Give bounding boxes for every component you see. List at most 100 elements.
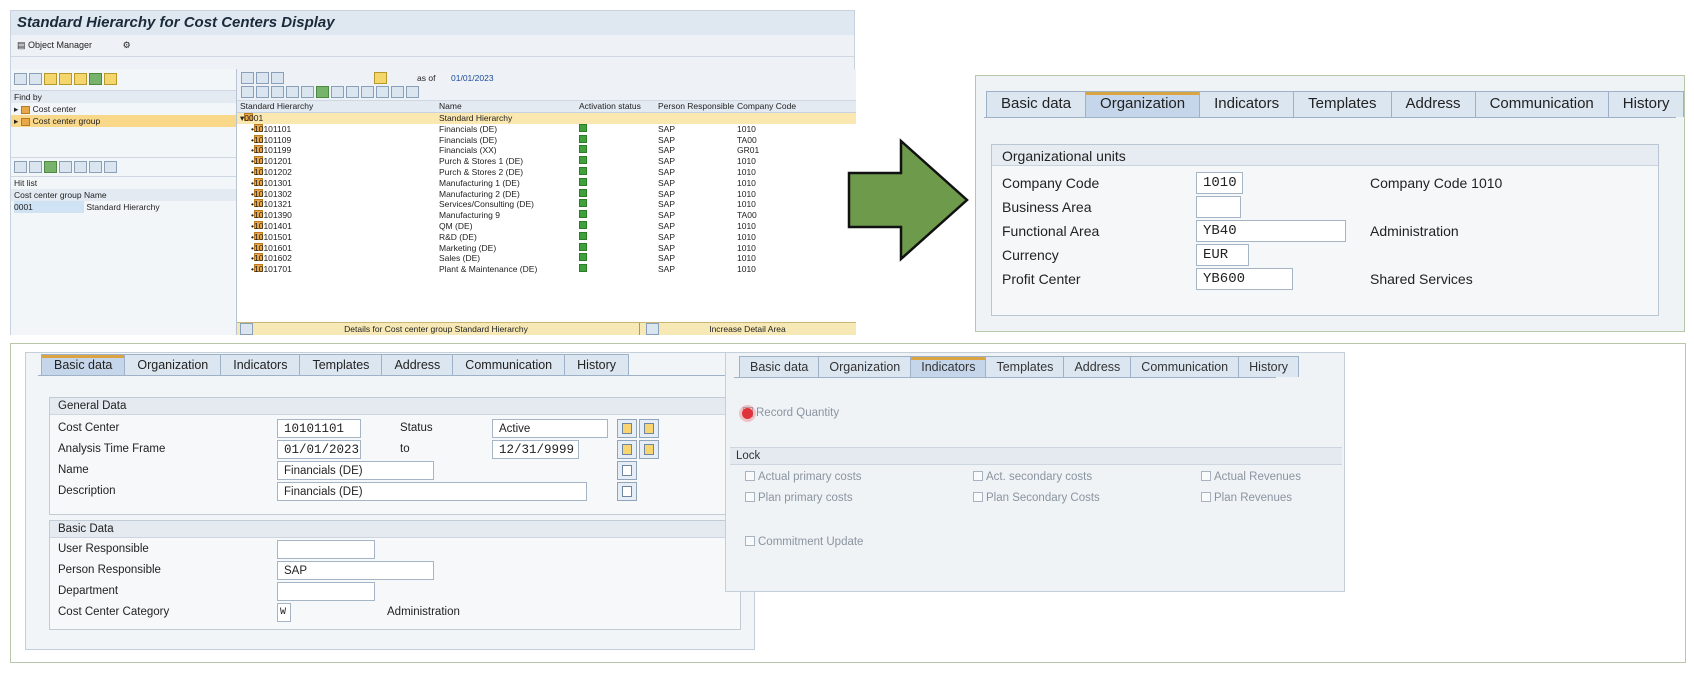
- tab-address[interactable]: Address: [1390, 91, 1476, 117]
- tab-communication[interactable]: Communication: [1474, 91, 1609, 117]
- details-icon[interactable]: [14, 161, 27, 173]
- time-frame-hierarchy-icon[interactable]: [617, 440, 637, 459]
- tab-basic-data[interactable]: Basic data: [41, 354, 126, 375]
- lock-plan-primary-costs[interactable]: Plan primary costs: [745, 492, 853, 504]
- as-of-date[interactable]: 01/01/2023: [451, 73, 494, 83]
- currency-field[interactable]: EUR: [1196, 244, 1249, 266]
- name-field[interactable]: Financials (DE): [277, 461, 434, 480]
- tree-row[interactable]: • 10101201 Purch & Stores 1 (DE) SAP 1010: [237, 156, 856, 167]
- tree-row[interactable]: • 10101321 Services/Consulting (DE) SAP 101…: [237, 199, 856, 210]
- find-by-cost-center-group[interactable]: ▸ Cost center group: [11, 115, 236, 127]
- tab-templates[interactable]: Templates: [985, 356, 1065, 377]
- tab-basic-data[interactable]: Basic data: [986, 91, 1087, 117]
- time-frame-from-field[interactable]: 01/01/2023: [277, 440, 361, 459]
- expand-icon[interactable]: [346, 86, 359, 98]
- tree-row[interactable]: • 10101101 Financials (DE) SAP 1010: [237, 123, 856, 135]
- lock-act-secondary-costs[interactable]: Act. secondary costs: [973, 471, 1092, 483]
- increase-detail-area-button[interactable]: Increase Detail Area: [639, 323, 856, 335]
- long-text-icon[interactable]: [617, 461, 637, 480]
- lock-actual-primary-costs[interactable]: Actual primary costs: [745, 471, 862, 483]
- tab-history[interactable]: History: [564, 354, 630, 375]
- tab-templates[interactable]: Templates: [299, 354, 383, 375]
- tab-organization[interactable]: Organization: [1085, 91, 1201, 117]
- tab-organization[interactable]: Organization: [124, 354, 222, 375]
- tree-row[interactable]: • 10101302 Manufacturing 2 (DE) SAP 1010: [237, 188, 856, 200]
- time-frame-copy-icon[interactable]: [639, 440, 659, 459]
- cost-center-field[interactable]: 10101101: [277, 419, 361, 438]
- status-field[interactable]: Active: [492, 419, 608, 438]
- tab-basic-data[interactable]: Basic data: [739, 356, 820, 377]
- tab-indicators[interactable]: Indicators: [220, 354, 301, 375]
- tab-indicators[interactable]: Indicators: [1199, 91, 1295, 117]
- filter-list-icon[interactable]: [59, 161, 72, 173]
- tree-row[interactable]: • 10101501 R&D (DE) SAP 1010: [237, 231, 856, 243]
- tree-forward-icon[interactable]: [256, 72, 269, 84]
- create-icon[interactable]: [241, 86, 254, 98]
- tab-organization[interactable]: Organization: [818, 356, 912, 377]
- tab-history[interactable]: History: [1607, 91, 1685, 117]
- col-activation-status[interactable]: Activation status: [579, 101, 641, 111]
- collapse-icon[interactable]: [361, 86, 374, 98]
- change-history-icon[interactable]: [617, 419, 637, 438]
- tree-row[interactable]: • 10101199 Financials (XX) SAP GR01: [237, 145, 856, 156]
- tree-overview-icon[interactable]: [271, 72, 284, 84]
- print-tree-icon[interactable]: [376, 86, 389, 98]
- copy-icon[interactable]: [256, 86, 269, 98]
- sort-ascending-icon[interactable]: [44, 161, 57, 173]
- tree-row[interactable]: • 10101601 Marketing (DE) SAP 1010: [237, 242, 856, 254]
- tab-history[interactable]: History: [1238, 356, 1300, 377]
- tab-address[interactable]: Address: [381, 354, 454, 375]
- move-up-icon[interactable]: [286, 86, 299, 98]
- tree-row[interactable]: • 10101109 Financials (DE) SAP TA00: [237, 134, 856, 146]
- business-area-field[interactable]: [1196, 196, 1241, 218]
- star-icon[interactable]: [59, 73, 72, 85]
- tree-back-icon[interactable]: [241, 72, 254, 84]
- hit-list-row[interactable]: 0001 Standard Hierarchy: [11, 201, 236, 213]
- functional-area-field[interactable]: YB40: [1196, 220, 1346, 242]
- lock-actual-revenues[interactable]: Actual Revenues: [1201, 471, 1301, 483]
- upload-icon[interactable]: [104, 73, 117, 85]
- lock-plan-secondary-costs[interactable]: Plan Secondary Costs: [973, 492, 1100, 504]
- department-field[interactable]: [277, 582, 375, 601]
- tab-communication[interactable]: Communication: [452, 354, 566, 375]
- commitment-update-checkbox[interactable]: Commitment Update: [745, 536, 863, 548]
- export-icon[interactable]: [104, 161, 117, 173]
- display-changes-icon[interactable]: [639, 419, 659, 438]
- find-by-cost-center[interactable]: ▸ Cost center: [11, 103, 236, 115]
- tree-row[interactable]: • 10101301 Manufacturing 1 (DE) SAP 1010: [237, 177, 856, 189]
- tree-top-node[interactable]: ▾ 0001 Standard Hierarchy: [237, 113, 856, 124]
- col-standard-hierarchy[interactable]: Standard Hierarchy: [240, 101, 313, 111]
- category-field[interactable]: W: [277, 603, 291, 622]
- hierarchy-icon[interactable]: [316, 86, 329, 98]
- time-frame-to-field[interactable]: 12/31/9999: [492, 440, 579, 459]
- print-icon[interactable]: [89, 161, 102, 173]
- tree-row[interactable]: • 10101602 Sales (DE) SAP 1010: [237, 253, 856, 264]
- filter-icon[interactable]: [89, 73, 102, 85]
- tab-address[interactable]: Address: [1063, 356, 1132, 377]
- change-icon[interactable]: [271, 86, 284, 98]
- edit-description-icon[interactable]: [617, 482, 637, 501]
- object-manager-button[interactable]: ▤ Object Manager: [17, 40, 106, 50]
- person-responsible-field[interactable]: SAP: [277, 561, 434, 580]
- col-name[interactable]: Name: [439, 101, 462, 111]
- lock-plan-revenues[interactable]: Plan Revenues: [1201, 492, 1292, 504]
- layout-icon[interactable]: [391, 86, 404, 98]
- sum-icon[interactable]: [74, 161, 87, 173]
- tree-row[interactable]: • 10101401 QM (DE) SAP 1010: [237, 220, 856, 232]
- record-quantity-checkbox[interactable]: Record Quantity: [743, 407, 839, 419]
- company-code-field[interactable]: 1010: [1196, 172, 1243, 194]
- star-add-icon[interactable]: [74, 73, 87, 85]
- forward-icon[interactable]: [29, 73, 42, 85]
- col-company-code[interactable]: Company Code: [737, 101, 796, 111]
- settings-icon[interactable]: ⚙: [123, 40, 131, 50]
- find-icon[interactable]: [29, 161, 42, 173]
- favorites-icon[interactable]: [44, 73, 57, 85]
- calendar-icon[interactable]: [374, 72, 387, 84]
- graphic-icon[interactable]: [331, 86, 344, 98]
- tree-row[interactable]: • 10101202 Purch & Stores 2 (DE) SAP 1010: [237, 166, 856, 178]
- back-icon[interactable]: [14, 73, 27, 85]
- profit-center-field[interactable]: YB600: [1196, 268, 1293, 290]
- description-field[interactable]: Financials (DE): [277, 482, 587, 501]
- tab-communication[interactable]: Communication: [1130, 356, 1240, 377]
- move-down-icon[interactable]: [301, 86, 314, 98]
